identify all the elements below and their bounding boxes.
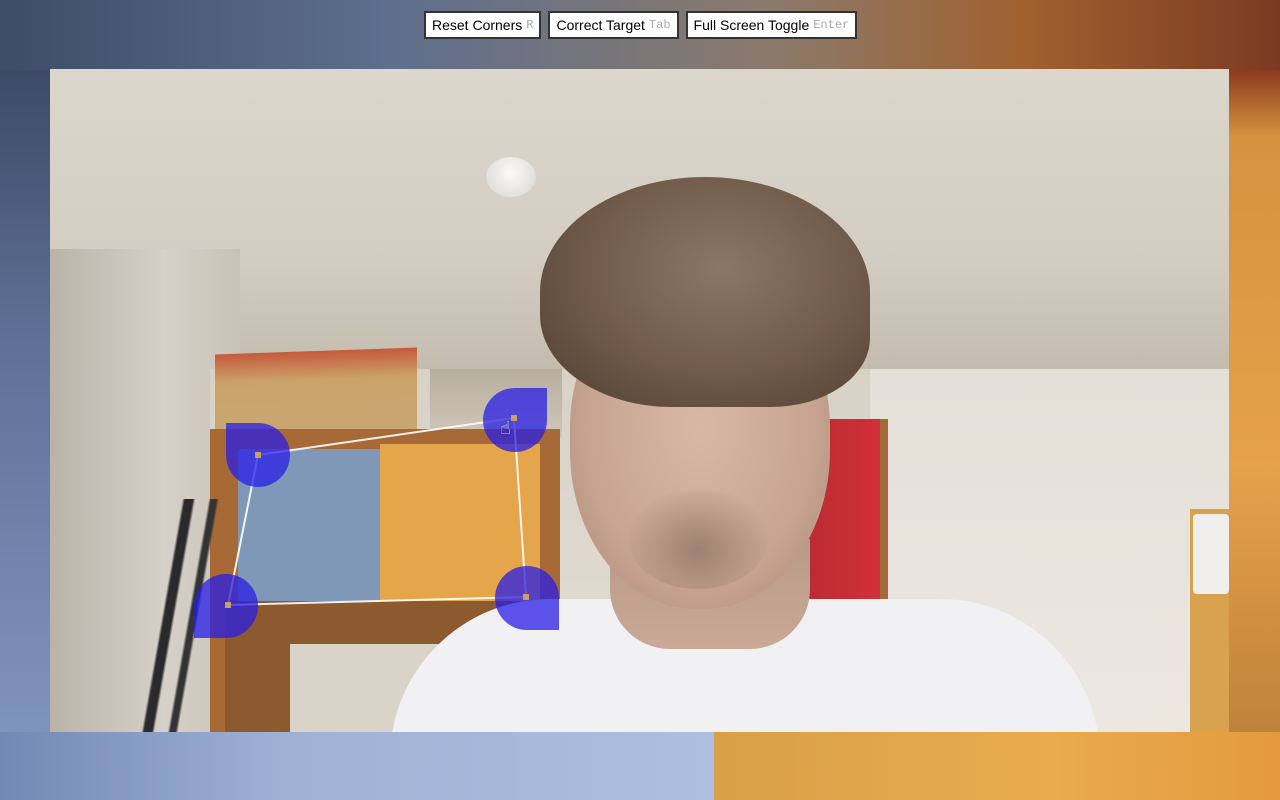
toolbar: Reset Corners R Correct Target Tab Full … (424, 11, 858, 39)
corner-handle-top-left[interactable] (226, 423, 290, 487)
person-hair (540, 177, 870, 407)
correct-target-button[interactable]: Correct Target Tab (548, 11, 679, 39)
background-bottom-left (0, 732, 714, 800)
fullscreen-toggle-button[interactable]: Full Screen Toggle Enter (685, 11, 858, 39)
corner-handle-bottom-right[interactable] (495, 566, 559, 630)
reset-corners-key: R (526, 18, 534, 32)
person-beard (628, 489, 768, 589)
background-left (0, 70, 50, 732)
fullscreen-toggle-key: Enter (813, 18, 850, 32)
reset-corners-label: Reset Corners (432, 17, 523, 33)
corner-handle-top-right[interactable] (483, 388, 547, 452)
hand-grab-icon: ☝ (500, 418, 511, 439)
fullscreen-toggle-label: Full Screen Toggle (693, 17, 810, 33)
reset-corners-button[interactable]: Reset Corners R (424, 11, 542, 39)
correct-target-label: Correct Target (556, 17, 645, 33)
white-object (1193, 514, 1229, 594)
correct-target-key: Tab (648, 18, 671, 32)
background-right (1229, 70, 1280, 732)
background-bottom-right (714, 732, 1280, 800)
corner-handle-bottom-left[interactable] (194, 574, 258, 638)
smoke-detector (486, 157, 536, 197)
